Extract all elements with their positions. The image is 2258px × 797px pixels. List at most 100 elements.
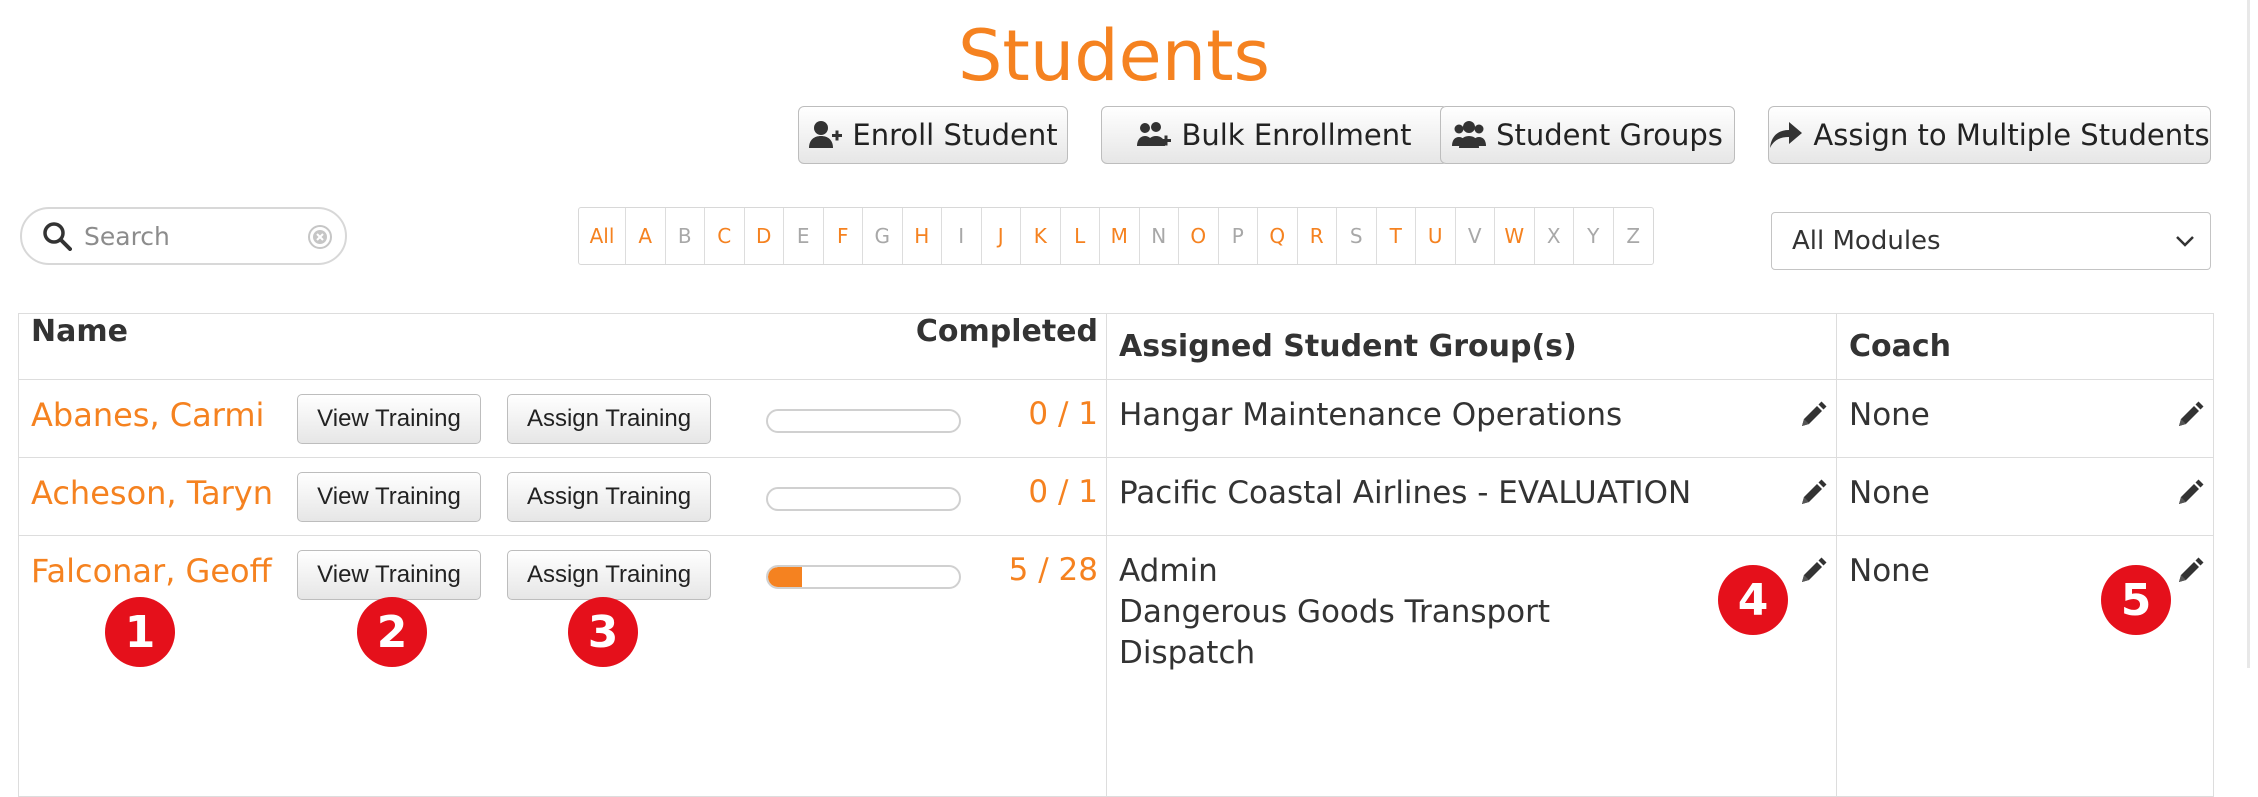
coach-name: None [1849,553,1930,589]
table-row: Falconar, Geoff View Training Assign Train… [18,535,2214,797]
alphabet-letter-n: N [1140,208,1179,264]
alphabet-letter-l[interactable]: L [1061,208,1100,264]
header-completed: Completed [915,314,1098,349]
callout-badge-4: 4 [1718,565,1788,635]
alphabet-letter-w[interactable]: W [1495,208,1535,264]
alphabet-filter: All A B C D E F G H I J K L M N O P Q R S T U V W X Y Z [578,207,1654,265]
enroll-student-label: Enroll Student [852,118,1058,152]
alphabet-letter-d[interactable]: D [745,208,784,264]
completed-count: 0 / 1 [1028,396,1098,432]
bulk-enrollment-button[interactable]: Bulk Enrollment [1101,106,1448,164]
header-name: Name [31,314,128,349]
assign-training-button[interactable]: Assign Training [507,472,711,522]
groups-cell: Pacific Coastal Airlines - EVALUATION [1106,457,1837,536]
alphabet-letter-all[interactable]: All [579,208,626,264]
view-training-button[interactable]: View Training [297,550,481,600]
callout-badge-1: 1 [105,597,175,667]
completion-progress-bar [766,565,961,589]
alphabet-letter-p: P [1219,208,1258,264]
group-name: Admin [1119,553,1218,589]
alphabet-letter-c[interactable]: C [705,208,745,264]
alphabet-letter-i: I [942,208,982,264]
alphabet-letter-u[interactable]: U [1416,208,1456,264]
edit-coach-pencil-icon[interactable] [2175,400,2205,430]
groups-cell: Hangar Maintenance Operations [1106,379,1837,458]
share-arrow-icon [1770,122,1803,148]
alphabet-letter-a[interactable]: A [626,208,666,264]
alphabet-letter-f[interactable]: F [824,208,863,264]
group-name: Dangerous Goods Transport [1119,594,1551,630]
student-cell: Abanes, Carmi View Training Assign Trainin… [18,379,1107,458]
student-cell: Falconar, Geoff View Training Assign Train… [18,535,1107,797]
edit-groups-pencil-icon[interactable] [1798,478,1828,508]
student-groups-button[interactable]: Student Groups [1440,106,1735,164]
alphabet-letter-k[interactable]: K [1021,208,1061,264]
completion-progress-bar [766,487,961,511]
coach-cell: None [1836,379,2214,458]
assign-multiple-students-button[interactable]: Assign to Multiple Students [1768,106,2211,164]
coach-name: None [1849,397,1930,433]
alphabet-letter-h[interactable]: H [903,208,942,264]
alphabet-letter-t[interactable]: T [1377,208,1416,264]
user-plus-icon [809,121,843,148]
view-training-button[interactable]: View Training [297,394,481,444]
completion-progress-fill [768,567,803,587]
table-row: Abanes, Carmi View Training Assign Trainin… [18,379,2214,458]
completion-progress-bar [766,409,961,433]
alphabet-letter-e: E [784,208,824,264]
students-page: Students Enroll Student Bulk Enrollment [0,0,2258,797]
coach-name: None [1849,475,1930,511]
module-filter-select[interactable]: All Modules [1771,212,2211,270]
alphabet-letter-g: G [863,208,903,264]
edit-coach-pencil-icon[interactable] [2175,478,2205,508]
alphabet-letter-j[interactable]: J [982,208,1021,264]
student-name-link[interactable]: Acheson, Taryn [31,474,273,512]
alphabet-letter-o[interactable]: O [1179,208,1219,264]
search-icon [43,222,72,251]
table-header-row: Name Completed Assigned Student Group(s)… [18,313,2214,380]
alphabet-letter-m[interactable]: M [1100,208,1140,264]
header-coach: Coach [1836,313,2214,380]
student-name-link[interactable]: Falconar, Geoff [31,552,272,590]
student-groups-label: Student Groups [1496,118,1723,152]
alphabet-letter-r[interactable]: R [1298,208,1337,264]
edit-groups-pencil-icon[interactable] [1798,556,1828,586]
edit-groups-pencil-icon[interactable] [1798,400,1828,430]
enroll-student-button[interactable]: Enroll Student [798,106,1068,164]
clear-icon[interactable] [307,224,333,250]
completed-count: 0 / 1 [1028,474,1098,510]
student-name-link[interactable]: Abanes, Carmi [31,396,264,434]
completed-count: 5 / 28 [1008,552,1098,588]
coach-cell: None [1836,457,2214,536]
students-table: Name Completed Assigned Student Group(s)… [18,313,2214,797]
group-list: Admin Dangerous Goods Transport Dispatch [1119,551,1550,674]
group-list: Hangar Maintenance Operations [1119,395,1622,436]
scrollbar-track[interactable] [2247,0,2250,668]
group-name: Hangar Maintenance Operations [1119,397,1623,433]
module-filter-value: All Modules [1792,226,1941,256]
alphabet-letter-q[interactable]: Q [1258,208,1298,264]
assign-training-button[interactable]: Assign Training [507,550,711,600]
assign-training-button[interactable]: Assign Training [507,394,711,444]
group-list: Pacific Coastal Airlines - EVALUATION [1119,473,1691,514]
assign-multiple-students-label: Assign to Multiple Students [1813,118,2210,152]
users-plus-icon [1137,122,1172,146]
header-groups: Assigned Student Group(s) [1106,313,1837,380]
chevron-down-icon [2176,236,2194,247]
search-input[interactable] [82,220,306,252]
edit-coach-pencil-icon[interactable] [2175,556,2205,586]
alphabet-letter-y: Y [1574,208,1614,264]
alphabet-letter-s: S [1337,208,1377,264]
alphabet-letter-z: Z [1626,224,1641,248]
alphabet-letter-b: B [666,208,705,264]
alphabet-letter-v: V [1456,208,1495,264]
table-header-name-completed: Name Completed [18,313,1107,380]
student-cell: Acheson, Taryn View Training Assign Traini… [18,457,1107,536]
search-box [20,207,347,265]
group-name: Pacific Coastal Airlines - EVALUATION [1119,475,1692,511]
view-training-button[interactable]: View Training [297,472,481,522]
table-row: Acheson, Taryn View Training Assign Traini… [18,457,2214,536]
callout-badge-3: 3 [568,597,638,667]
callout-badge-2: 2 [357,597,427,667]
users-icon [1452,121,1487,148]
